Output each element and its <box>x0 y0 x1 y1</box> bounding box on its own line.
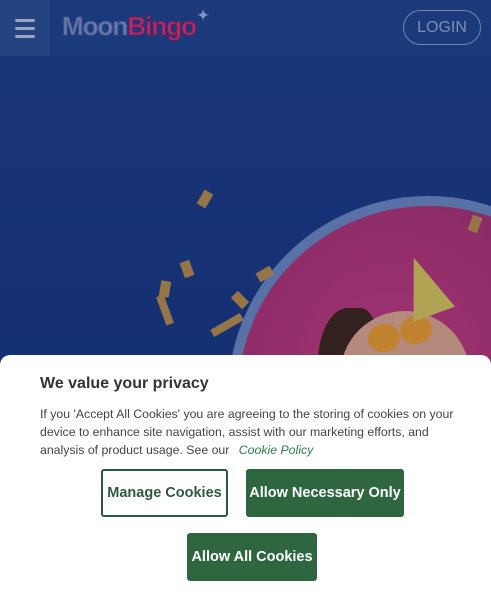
allow-all-cookies-button[interactable]: Allow All Cookies <box>187 533 317 581</box>
cookie-banner-title: We value your privacy <box>40 375 209 392</box>
cookie-policy-link[interactable]: Cookie Policy <box>239 443 314 457</box>
allow-necessary-button[interactable]: Allow Necessary Only <box>246 469 404 517</box>
manage-cookies-button[interactable]: Manage Cookies <box>101 469 228 517</box>
cookie-banner-body: If you 'Accept All Cookies' you are agre… <box>40 405 460 459</box>
cookie-consent-banner: We value your privacy If you 'Accept All… <box>0 355 491 597</box>
